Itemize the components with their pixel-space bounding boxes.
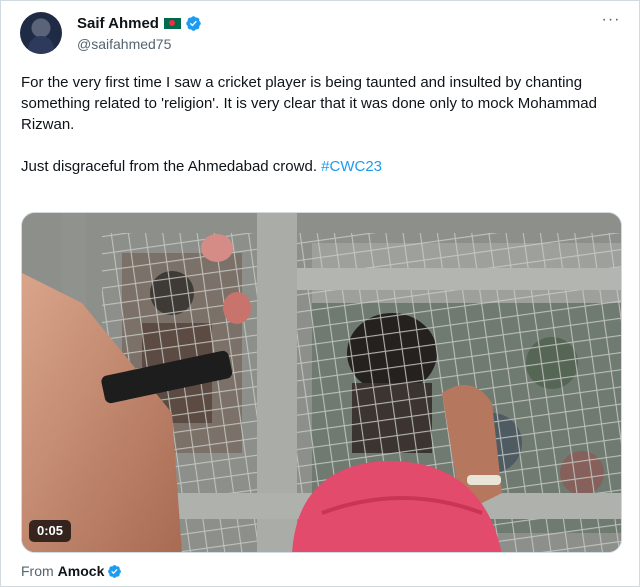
tweet-card: Saif Ahmed @saifahmed75 ··· For the very… [0,0,640,587]
source-label: From [21,563,54,579]
bangladesh-flag-icon [163,17,181,29]
source-attribution: From Amock [21,563,122,579]
author-handle[interactable]: @saifahmed75 [77,36,171,52]
tweet-text: For the very first time I saw a cricket … [21,72,627,177]
source-name-link[interactable]: Amock [58,563,105,579]
author-display-name[interactable]: Saif Ahmed [77,15,159,32]
tweet-paragraph-2: Just disgraceful from the Ahmedabad crow… [21,156,627,177]
tweet-paragraph-2-text: Just disgraceful from the Ahmedabad crow… [21,158,322,175]
verified-badge-icon [108,564,122,578]
author-name-row: Saif Ahmed [77,14,202,32]
hashtag-link[interactable]: #CWC23 [321,158,382,175]
verified-badge-icon [186,15,201,31]
tweet-paragraph-1: For the very first time I saw a cricket … [21,74,597,133]
avatar[interactable] [20,12,62,54]
video-frame-image [22,213,621,552]
video-timestamp: 0:05 [29,520,72,542]
more-horizontal-icon[interactable]: ··· [600,12,622,31]
video-player[interactable] [21,212,622,553]
